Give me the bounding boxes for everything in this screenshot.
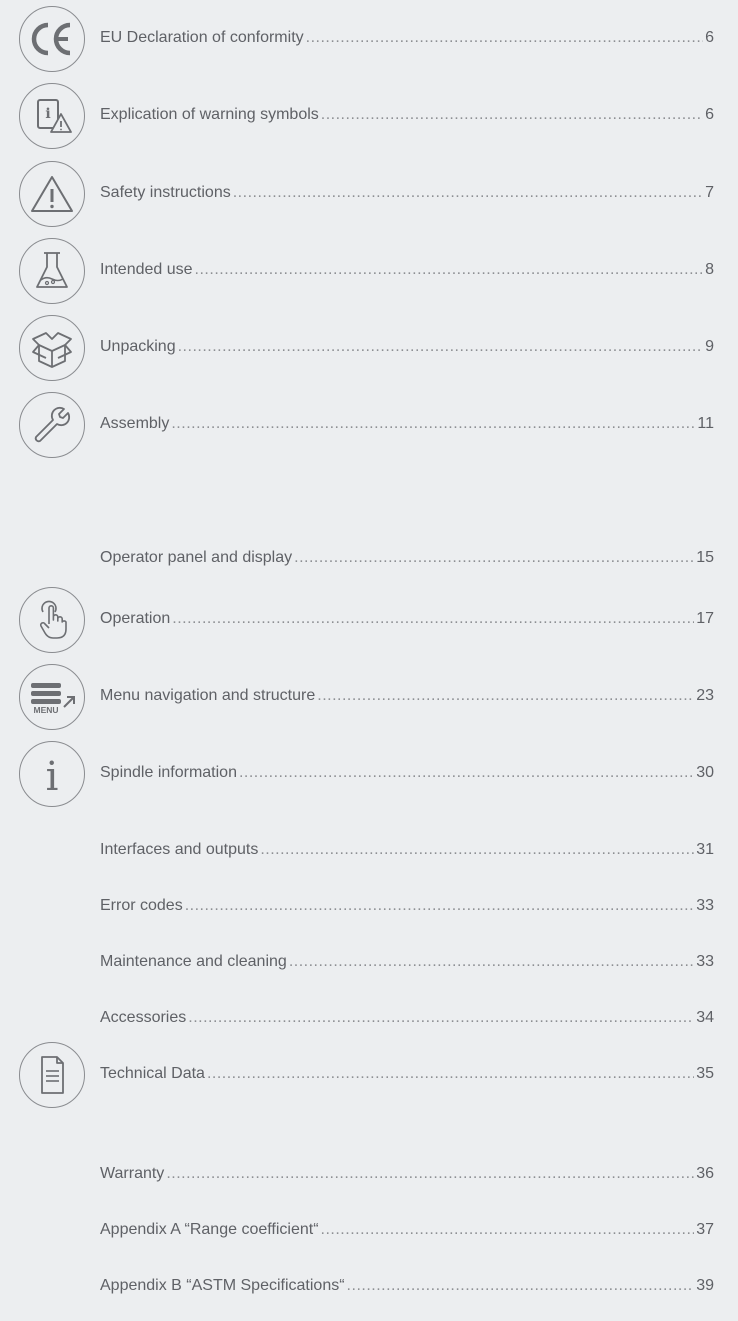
toc-page-number: 8: [705, 261, 714, 278]
toc-page-number: 37: [696, 1221, 714, 1238]
dot-leader: [166, 1164, 694, 1184]
dot-leader: [233, 183, 703, 203]
svg-text:i: i: [46, 754, 59, 796]
dot-leader: [178, 337, 703, 357]
toc-entry-menu-navigation[interactable]: MENU Menu navigation and structure 23: [0, 664, 738, 730]
dot-leader: [171, 414, 695, 434]
dot-leader: [260, 840, 694, 860]
dot-leader: [185, 896, 695, 916]
document-icon: [19, 1042, 85, 1108]
toc-page-number: 34: [696, 1009, 714, 1026]
toc-entry-interfaces[interactable]: Interfaces and outputs 31: [0, 840, 738, 880]
flask-icon: [19, 238, 85, 304]
ce-mark-icon: [19, 6, 85, 72]
toc-page-number: 36: [696, 1165, 714, 1182]
toc-entry-title: Explication of warning symbols: [100, 106, 319, 123]
toc-page-number: 9: [705, 338, 714, 355]
toc-page-number: 33: [696, 953, 714, 970]
toc-entry-title: Interfaces and outputs: [100, 841, 259, 858]
toc-page-number: 11: [697, 415, 714, 432]
toc-entry-title: Appendix B “ASTM Specifications“: [100, 1277, 345, 1294]
warning-triangle-icon: [19, 161, 85, 227]
touch-hand-icon: [19, 587, 85, 653]
dot-leader: [347, 1276, 695, 1296]
dot-leader: [188, 1008, 694, 1028]
info-warning-icon: i: [19, 83, 85, 149]
toc-entry-title: Menu navigation and structure: [100, 687, 316, 704]
toc-entry-assembly[interactable]: Assembly 11: [0, 392, 738, 458]
open-box-icon: [19, 315, 85, 381]
toc-entry-title: Assembly: [100, 415, 170, 432]
toc-page-number: 7: [705, 184, 714, 201]
toc-page-number: 35: [696, 1065, 714, 1082]
toc-page-number: 33: [696, 897, 714, 914]
toc-entry-title: Technical Data: [100, 1065, 205, 1082]
toc-page-number: 31: [696, 841, 714, 858]
toc-page-number: 39: [696, 1277, 714, 1294]
toc-entry-title: Accessories: [100, 1009, 187, 1026]
toc-entry-warning-symbols[interactable]: i Explication of warning symbols 6: [0, 83, 738, 149]
toc-page-number: 6: [705, 106, 714, 123]
menu-icon-label: MENU: [33, 705, 58, 715]
toc-entry-maintenance[interactable]: Maintenance and cleaning 33: [0, 952, 738, 992]
toc-page-number: 17: [696, 610, 714, 627]
toc-page-number: 15: [696, 549, 714, 566]
toc-entry-safety-instructions[interactable]: Safety instructions 7: [0, 161, 738, 227]
dot-leader: [321, 1220, 695, 1240]
dot-leader: [207, 1064, 694, 1084]
toc-entry-title: Safety instructions: [100, 184, 231, 201]
toc-page-number: 6: [705, 29, 714, 46]
toc-entry-title: Warranty: [100, 1165, 165, 1182]
wrench-icon: [19, 392, 85, 458]
toc-entry-title: Unpacking: [100, 338, 176, 355]
toc-page-number: 23: [696, 687, 714, 704]
dot-leader: [306, 28, 703, 48]
toc-entry-title: Operation: [100, 610, 171, 627]
dot-leader: [195, 260, 704, 280]
toc-entry-title: Spindle information: [100, 764, 237, 781]
toc-entry-intended-use[interactable]: Intended use 8: [0, 238, 738, 304]
dot-leader: [239, 763, 694, 783]
toc-entry-appendix-a[interactable]: Appendix A “Range coefficient“ 37: [0, 1220, 738, 1260]
toc-entry-technical-data[interactable]: Technical Data 35: [0, 1042, 738, 1108]
toc-entry-title: Maintenance and cleaning: [100, 953, 287, 970]
dot-leader: [172, 609, 694, 629]
toc-entry-unpacking[interactable]: Unpacking 9: [0, 315, 738, 381]
toc-entry-error-codes[interactable]: Error codes 33: [0, 896, 738, 936]
dot-leader: [289, 952, 694, 972]
toc-entry-operator-panel[interactable]: Operator panel and display 15: [0, 548, 738, 588]
svg-text:i: i: [45, 106, 50, 122]
toc-entry-title: Intended use: [100, 261, 193, 278]
toc-entry-operation[interactable]: Operation 17: [0, 587, 738, 653]
toc-entry-title: Operator panel and display: [100, 549, 293, 566]
dot-leader: [294, 548, 694, 568]
toc-entry-title: Appendix A “Range coefficient“: [100, 1221, 319, 1238]
toc-entry-warranty[interactable]: Warranty 36: [0, 1164, 738, 1204]
toc-page-number: 30: [696, 764, 714, 781]
dot-leader: [317, 686, 694, 706]
toc-entry-appendix-b[interactable]: Appendix B “ASTM Specifications“ 39: [0, 1276, 738, 1316]
menu-icon: MENU: [19, 664, 85, 730]
toc-entry-eu-declaration[interactable]: EU Declaration of conformity 6: [0, 6, 738, 72]
toc-entry-title: EU Declaration of conformity: [100, 29, 304, 46]
toc-entry-title: Error codes: [100, 897, 183, 914]
toc-entry-spindle-information[interactable]: i Spindle information 30: [0, 741, 738, 807]
dot-leader: [321, 105, 703, 125]
info-icon: i: [19, 741, 85, 807]
